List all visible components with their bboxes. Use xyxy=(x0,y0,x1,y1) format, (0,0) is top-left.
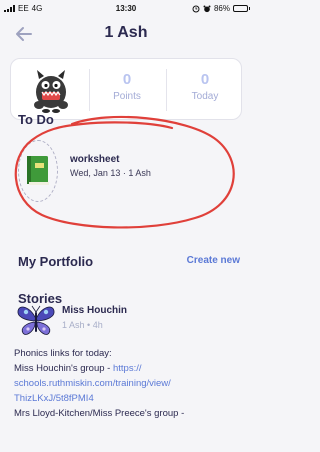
monster-avatar[interactable] xyxy=(31,67,71,113)
today-value: 0 xyxy=(200,71,210,88)
story-line: Phonics links for today: xyxy=(14,348,112,359)
story-link[interactable]: schools.ruthmiskin.com/training/view/ xyxy=(14,376,250,391)
points-stat[interactable]: 0 Points xyxy=(97,71,157,102)
butterfly-icon xyxy=(17,305,55,335)
todo-item[interactable]: worksheet Wed, Jan 13 · 1 Ash xyxy=(14,140,214,202)
portfolio-title: My Portfolio xyxy=(18,254,94,269)
alarm-icon xyxy=(192,5,200,12)
page-title: 1 Ash xyxy=(104,24,148,41)
status-bar: EE 4G 13:30 86% xyxy=(0,0,252,18)
battery-percent: 86% xyxy=(213,4,230,13)
header: 1 Ash xyxy=(0,18,252,50)
todo-item-name: worksheet xyxy=(70,154,120,165)
points-value: 0 xyxy=(122,71,132,88)
today-label: Today xyxy=(191,91,219,102)
create-new-link[interactable]: Create new xyxy=(187,255,240,266)
divider xyxy=(166,69,167,111)
story-line: Mrs Lloyd-Kitchen/Miss Preece's group - xyxy=(14,408,185,419)
story-author[interactable]: Miss Houchin xyxy=(62,305,127,316)
story-line-prefix: Miss Houchin's group - xyxy=(14,363,113,374)
story-text: Phonics links for today: Miss Houchin's … xyxy=(14,346,250,421)
story-time: 4h xyxy=(92,320,103,330)
points-label: Points xyxy=(113,91,141,102)
story-link[interactable]: ThizLKxJ/5t8fPMI4 xyxy=(14,391,250,406)
alarm-icon xyxy=(203,5,211,12)
story-line: Miss Houchin's group - https:// xyxy=(14,361,250,376)
todo-item-meta: Wed, Jan 13 · 1 Ash xyxy=(70,168,151,178)
battery-icon xyxy=(233,5,250,12)
status-right: 86% xyxy=(192,4,250,13)
stats-card: 0 Points 0 Today xyxy=(10,58,242,120)
story-class: 1 Ash xyxy=(62,320,85,330)
todo-section-title: To Do xyxy=(18,112,54,127)
divider xyxy=(89,69,90,111)
today-stat[interactable]: 0 Today xyxy=(175,71,235,102)
todo-icon-frame xyxy=(18,140,58,202)
story-link[interactable]: https:// xyxy=(113,363,142,374)
green-book-icon xyxy=(27,156,49,185)
story-meta: 1 Ash • 4h xyxy=(62,320,103,330)
